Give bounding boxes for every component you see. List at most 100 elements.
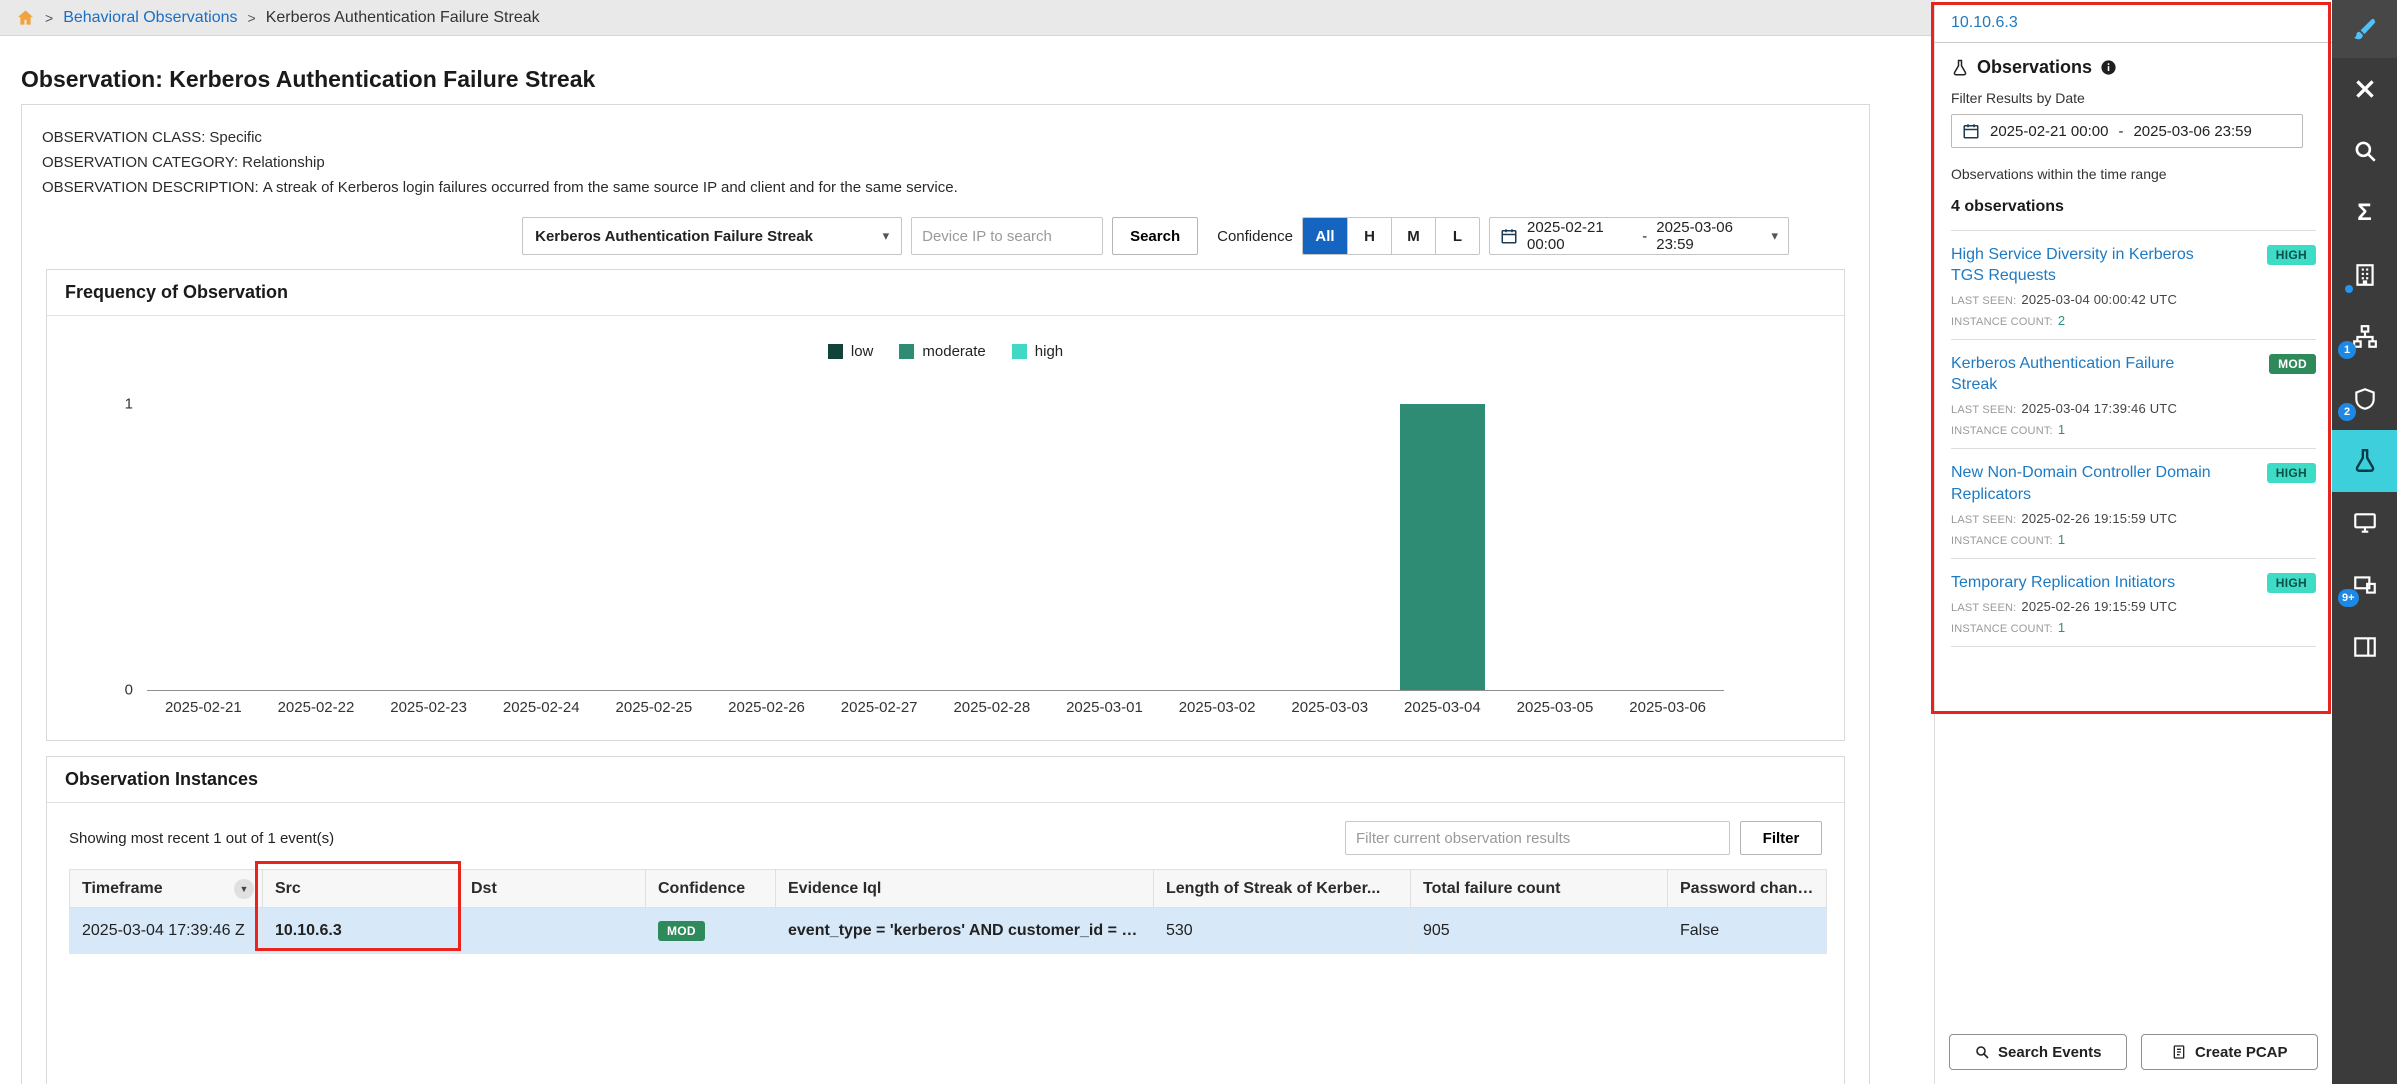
bar-slot-2025-03-06 <box>1611 404 1724 690</box>
cell-timeframe: 2025-03-04 17:39:46 Z <box>70 908 263 954</box>
instance-count-value: 1 <box>2058 422 2065 437</box>
network-tree-icon[interactable]: 1 <box>2332 306 2397 368</box>
instance-count-value: 1 <box>2058 620 2065 635</box>
bar-slot-2025-02-23 <box>372 404 485 690</box>
column-header-total-failure-count[interactable]: Total failure count <box>1411 870 1668 908</box>
legend-swatch <box>1012 344 1027 359</box>
x-tick-label: 2025-02-27 <box>823 699 936 716</box>
table-header-row: Timeframe▼ Src Dst Confidence Evidence Iql Le… <box>70 870 1827 908</box>
filter-results-input[interactable] <box>1345 821 1730 855</box>
observation-category-value: Relationship <box>242 154 325 171</box>
column-header-length-of-streak-of-kerber[interactable]: Length of Streak of Kerber... <box>1154 870 1411 908</box>
confidence-option-m[interactable]: M <box>1391 218 1435 254</box>
bar-slot-2025-02-24 <box>485 404 598 690</box>
last-seen-line: LAST SEEN:2025-02-26 19:15:59 UTC <box>1951 599 2316 614</box>
sort-icon[interactable]: ▼ <box>234 879 254 899</box>
date-start: 2025-02-21 00:00 <box>1990 123 2108 140</box>
cell-evidence-iql: event_type = 'kerberos' AND customer_id … <box>776 908 1154 954</box>
shield-icon[interactable]: 2 <box>2332 368 2397 430</box>
observation-list-item: Temporary Replication InitiatorsHIGHLAST… <box>1951 559 2316 647</box>
panel-date-range-picker[interactable]: 2025-02-21 00:00 - 2025-03-06 23:59 <box>1951 114 2303 148</box>
observation-class-label: OBSERVATION CLASS: <box>42 129 205 146</box>
instance-count-label: INSTANCE COUNT: <box>1951 316 2053 328</box>
close-icon[interactable] <box>2332 58 2397 120</box>
frequency-section-title: Frequency of Observation <box>47 270 1844 316</box>
legend-item-moderate: moderate <box>899 343 985 360</box>
column-header-label: Evidence Iql <box>788 880 881 897</box>
filter-button[interactable]: Filter <box>1740 821 1822 855</box>
page-title: Observation: Kerberos Authentication Fai… <box>21 66 595 93</box>
side-panel-icon[interactable] <box>2332 616 2397 678</box>
bar-slot-2025-02-25 <box>598 404 711 690</box>
filter-by-date-label: Filter Results by Date <box>1951 90 2316 106</box>
observation-link[interactable]: High Service Diversity in Kerberos TGS R… <box>1951 244 2219 286</box>
pcap-file-icon <box>2171 1044 2187 1060</box>
sigma-query-icon[interactable]: Σ <box>2332 182 2397 244</box>
showing-text: Showing most recent 1 out of 1 event(s) <box>69 830 334 847</box>
column-header-password-change-ide[interactable]: Password change ide... <box>1668 870 1827 908</box>
chart-bar-2025-03-04[interactable] <box>1400 404 1484 690</box>
frequency-card: Frequency of Observation lowmoderatehigh… <box>46 269 1845 741</box>
observation-type-select[interactable]: Kerberos Authentication Failure Streak ▾ <box>522 217 902 255</box>
observation-card: OBSERVATION CLASS:Specific OBSERVATION C… <box>21 104 1870 1084</box>
bar-slot-2025-03-02 <box>1161 404 1274 690</box>
column-header-src[interactable]: Src <box>263 870 459 908</box>
breadcrumb-separator: > <box>248 10 256 26</box>
observations-icon <box>1951 59 1969 77</box>
date-range-picker[interactable]: 2025-02-21 00:00 - 2025-03-06 23:59 ▾ <box>1489 217 1789 255</box>
create-pcap-button[interactable]: Create PCAP <box>2141 1034 2319 1070</box>
chevron-down-icon: ▾ <box>1771 228 1778 244</box>
search-events-button[interactable]: Search Events <box>1949 1034 2127 1070</box>
last-seen-value: 2025-02-26 19:15:59 UTC <box>2021 599 2177 614</box>
network-badge: 1 <box>2338 341 2356 359</box>
cell-confidence: MOD <box>646 908 776 954</box>
x-tick-label: 2025-03-06 <box>1611 699 1724 716</box>
confidence-option-all[interactable]: All <box>1303 218 1347 254</box>
instance-count-line: INSTANCE COUNT: 1 <box>1951 422 2316 437</box>
last-seen-value: 2025-03-04 00:00:42 UTC <box>2021 292 2177 307</box>
last-seen-label: LAST SEEN: <box>1951 514 2016 526</box>
home-icon[interactable] <box>16 8 35 27</box>
column-header-label: Dst <box>471 880 497 897</box>
observation-link[interactable]: New Non-Domain Controller Domain Replica… <box>1951 462 2219 504</box>
observation-list-item: Kerberos Authentication Failure StreakMO… <box>1951 340 2316 449</box>
last-seen-value: 2025-03-04 17:39:46 UTC <box>2021 401 2177 416</box>
column-header-timeframe[interactable]: Timeframe▼ <box>70 870 263 908</box>
column-header-dst[interactable]: Dst <box>459 870 646 908</box>
confidence-option-l[interactable]: L <box>1435 218 1479 254</box>
devices-icon[interactable]: 9+ <box>2332 554 2397 616</box>
device-observations-panel: 10.10.6.3 Observations Filter Results by… <box>1934 0 2332 1084</box>
table-row[interactable]: 2025-03-04 17:39:46 Z10.10.6.3MODevent_t… <box>70 908 1827 954</box>
breadcrumb-separator: > <box>45 10 53 26</box>
notification-dot <box>2345 285 2353 293</box>
annotation-tool-icon[interactable] <box>2332 0 2397 58</box>
cell-length-of-streak-of-kerber: 530 <box>1154 908 1411 954</box>
search-icon[interactable] <box>2332 120 2397 182</box>
observation-link[interactable]: Kerberos Authentication Failure Streak <box>1951 353 2219 395</box>
instance-count-line: INSTANCE COUNT:1 <box>1951 620 2316 635</box>
observation-link[interactable]: Temporary Replication Initiators <box>1951 572 2219 593</box>
breadcrumb-link-behavioral-observations[interactable]: Behavioral Observations <box>63 9 237 27</box>
confidence-badge: MOD <box>658 921 705 941</box>
legend-label: moderate <box>922 343 985 360</box>
bar-slot-2025-02-22 <box>260 404 373 690</box>
monitor-icon[interactable] <box>2332 492 2397 554</box>
x-tick-label: 2025-02-28 <box>935 699 1048 716</box>
chevron-down-icon: ▾ <box>883 228 890 244</box>
severity-badge: HIGH <box>2267 463 2316 483</box>
confidence-option-h[interactable]: H <box>1347 218 1391 254</box>
last-seen-label: LAST SEEN: <box>1951 404 2016 416</box>
column-header-label: Confidence <box>658 880 745 897</box>
device-ip-link[interactable]: 10.10.6.3 <box>1951 14 2316 32</box>
legend-label: high <box>1035 343 1063 360</box>
behavioral-observations-icon[interactable] <box>2332 430 2397 492</box>
instance-count-label: INSTANCE COUNT: <box>1951 425 2053 437</box>
search-button[interactable]: Search <box>1112 217 1198 255</box>
device-ip-input[interactable] <box>911 217 1103 255</box>
organization-icon[interactable] <box>2332 244 2397 306</box>
column-header-evidence-iql[interactable]: Evidence Iql <box>776 870 1154 908</box>
column-header-confidence[interactable]: Confidence <box>646 870 776 908</box>
info-icon[interactable] <box>2100 59 2117 76</box>
devices-badge: 9+ <box>2338 589 2359 607</box>
column-header-label: Src <box>275 880 301 897</box>
